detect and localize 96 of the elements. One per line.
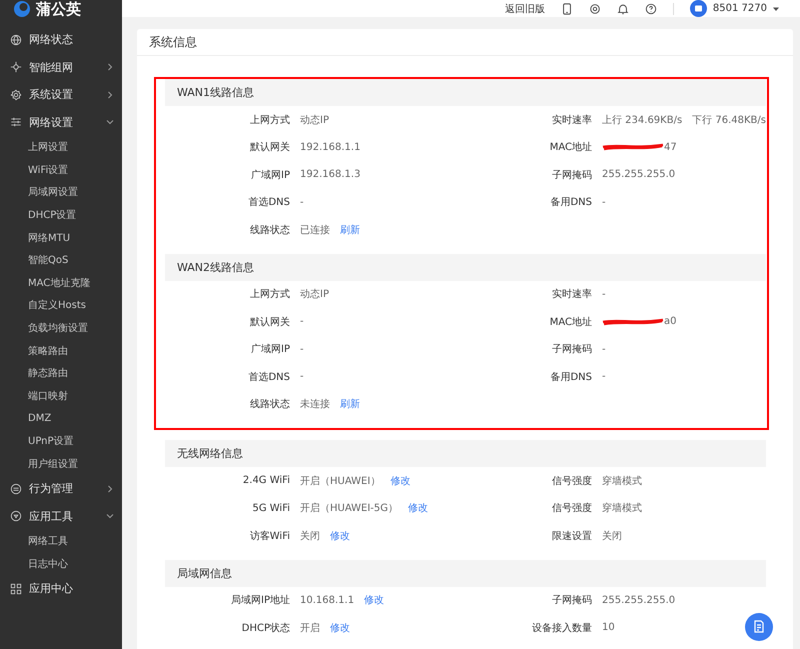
field-label: 限速设置 [552,530,592,543]
field-label: 上网方式 [250,114,290,127]
field-value: - [300,316,304,328]
field-value: 动态IP [300,288,329,302]
field-label: 默认网关 [250,316,290,329]
logo-text: 蒲公英 [36,1,81,17]
section-header: WAN2线路信息 [165,254,766,280]
field-label: 子网掩码 [552,168,592,182]
sidebar-subitem[interactable]: UPnP设置 [0,430,74,452]
user-name[interactable]: 8501 7270 [712,3,767,14]
sidebar-item[interactable]: 智能组网 [0,54,122,81]
sidebar-subitem[interactable]: 上网设置 [0,136,68,159]
sidebar-subitem[interactable]: 网络MTU [0,226,70,249]
field-value: 255.255.255.0 [602,594,676,606]
field-value: 开启（HUAWEI） [300,474,380,488]
edit-link[interactable]: 修改 [330,528,350,543]
field-value: 192.168.1.3 [300,169,360,180]
field-label: 首选DNS [248,370,290,384]
back-link[interactable]: 返回旧版 [504,2,545,16]
sidebar-subitem[interactable]: 网络工具 [0,530,68,552]
sidebar-item[interactable]: 应用中心 [0,575,122,603]
field-label: 信号强度 [552,474,592,488]
field-value: 10 [602,622,615,634]
sidebar-subitem[interactable]: 策略路由 [0,339,68,362]
sidebar-subitem[interactable]: DMZ [0,407,52,430]
section-header: 局域网信息 [165,560,766,586]
sidebar-item[interactable]: 系统设置 [0,81,122,108]
field-value: 关闭 [300,530,320,543]
field-label: 5G WiFi [252,502,290,514]
field-label: DHCP状态 [242,622,290,635]
field-value: - [602,288,606,300]
edit-link[interactable]: 修改 [390,474,410,488]
field-label: 线路状态 [250,398,290,412]
field-label: 实时速率 [552,114,592,127]
field-value: - [602,196,606,208]
field-value: 47 [664,142,677,153]
field-label: 广域网IP [251,342,290,356]
sidebar-subitem[interactable]: WiFi设置 [0,158,68,182]
field-value: 下行 76.48KB/s [692,114,766,127]
field-label: 首选DNS [248,196,290,210]
sidebar-subitem[interactable]: 用户组设置 [0,452,78,475]
field-label: 上网方式 [250,288,290,302]
field-label: 默认网关 [250,140,290,154]
edit-link[interactable]: 修改 [408,501,428,516]
sidebar-item[interactable]: 应用工具 [0,502,122,530]
edit-link[interactable]: 修改 [364,593,384,608]
field-label: 备用DNS [550,196,592,210]
sidebar-subitem[interactable]: DHCP设置 [0,204,76,226]
field-value: - [300,344,304,355]
field-label: 广域网IP [251,168,290,182]
sidebar-subitem[interactable]: 局域网设置 [0,181,78,204]
sidebar-item[interactable]: 行为管理 [0,474,122,502]
field-value: 开启（HUAWEI-5G） [300,502,398,516]
sidebar-subitem[interactable]: MAC地址克隆 [0,272,90,294]
field-value: - [300,371,304,382]
sidebar-item[interactable]: 网络状态 [0,26,122,54]
field-value: 192.168.1.1 [300,142,360,153]
field-label: 局域网IP地址 [231,594,290,608]
section-header: 无线网络信息 [165,440,766,467]
field-label: 实时速率 [552,288,592,302]
field-label: 线路状态 [250,224,290,237]
field-label: 信号强度 [552,502,592,516]
field-label: MAC地址 [550,140,592,154]
field-label: 访客WiFi [250,530,290,543]
sidebar-subitem[interactable]: 静态路由 [0,362,68,385]
field-value: 未连接 [300,398,330,412]
field-value: - [602,344,606,355]
sidebar-item[interactable]: 网络设置 [0,108,122,136]
section-header: WAN1线路信息 [165,79,766,106]
field-label: 子网掩码 [552,343,592,356]
edit-link[interactable]: 刷新 [340,222,360,237]
sidebar-subitem[interactable]: 端口映射 [0,384,68,408]
field-value: 10.168.1.1 [300,594,354,606]
sidebar-subitem[interactable]: 智能QoS [0,248,68,272]
field-value: 开启 [300,622,320,635]
field-value: - [602,371,606,382]
page-title: 系统信息 [137,29,793,56]
field-value: 关闭 [602,530,622,543]
field-label: 备用DNS [550,370,592,384]
edit-link[interactable]: 刷新 [340,397,360,412]
edit-link[interactable]: 修改 [330,620,350,635]
field-label: 子网掩码 [552,594,592,608]
field-label: 设备接入数量 [532,622,592,635]
field-value: 上行 234.69KB/s [602,114,682,127]
field-value: 255.255.255.0 [602,169,676,180]
sidebar-subitem[interactable]: 自定义Hosts [0,294,86,317]
sidebar-subitem[interactable]: 负载均衡设置 [0,316,88,340]
field-value: 已连接 [300,224,330,237]
field-value: - [300,196,304,208]
field-value: 穿墙模式 [602,474,642,488]
field-value: 穿墙模式 [602,502,642,516]
field-value: 动态IP [300,114,329,127]
field-value: a0 [664,316,676,328]
sidebar-subitem[interactable]: 日志中心 [0,552,68,576]
field-label: MAC地址 [550,316,592,329]
field-label: 2.4G WiFi [242,475,290,486]
